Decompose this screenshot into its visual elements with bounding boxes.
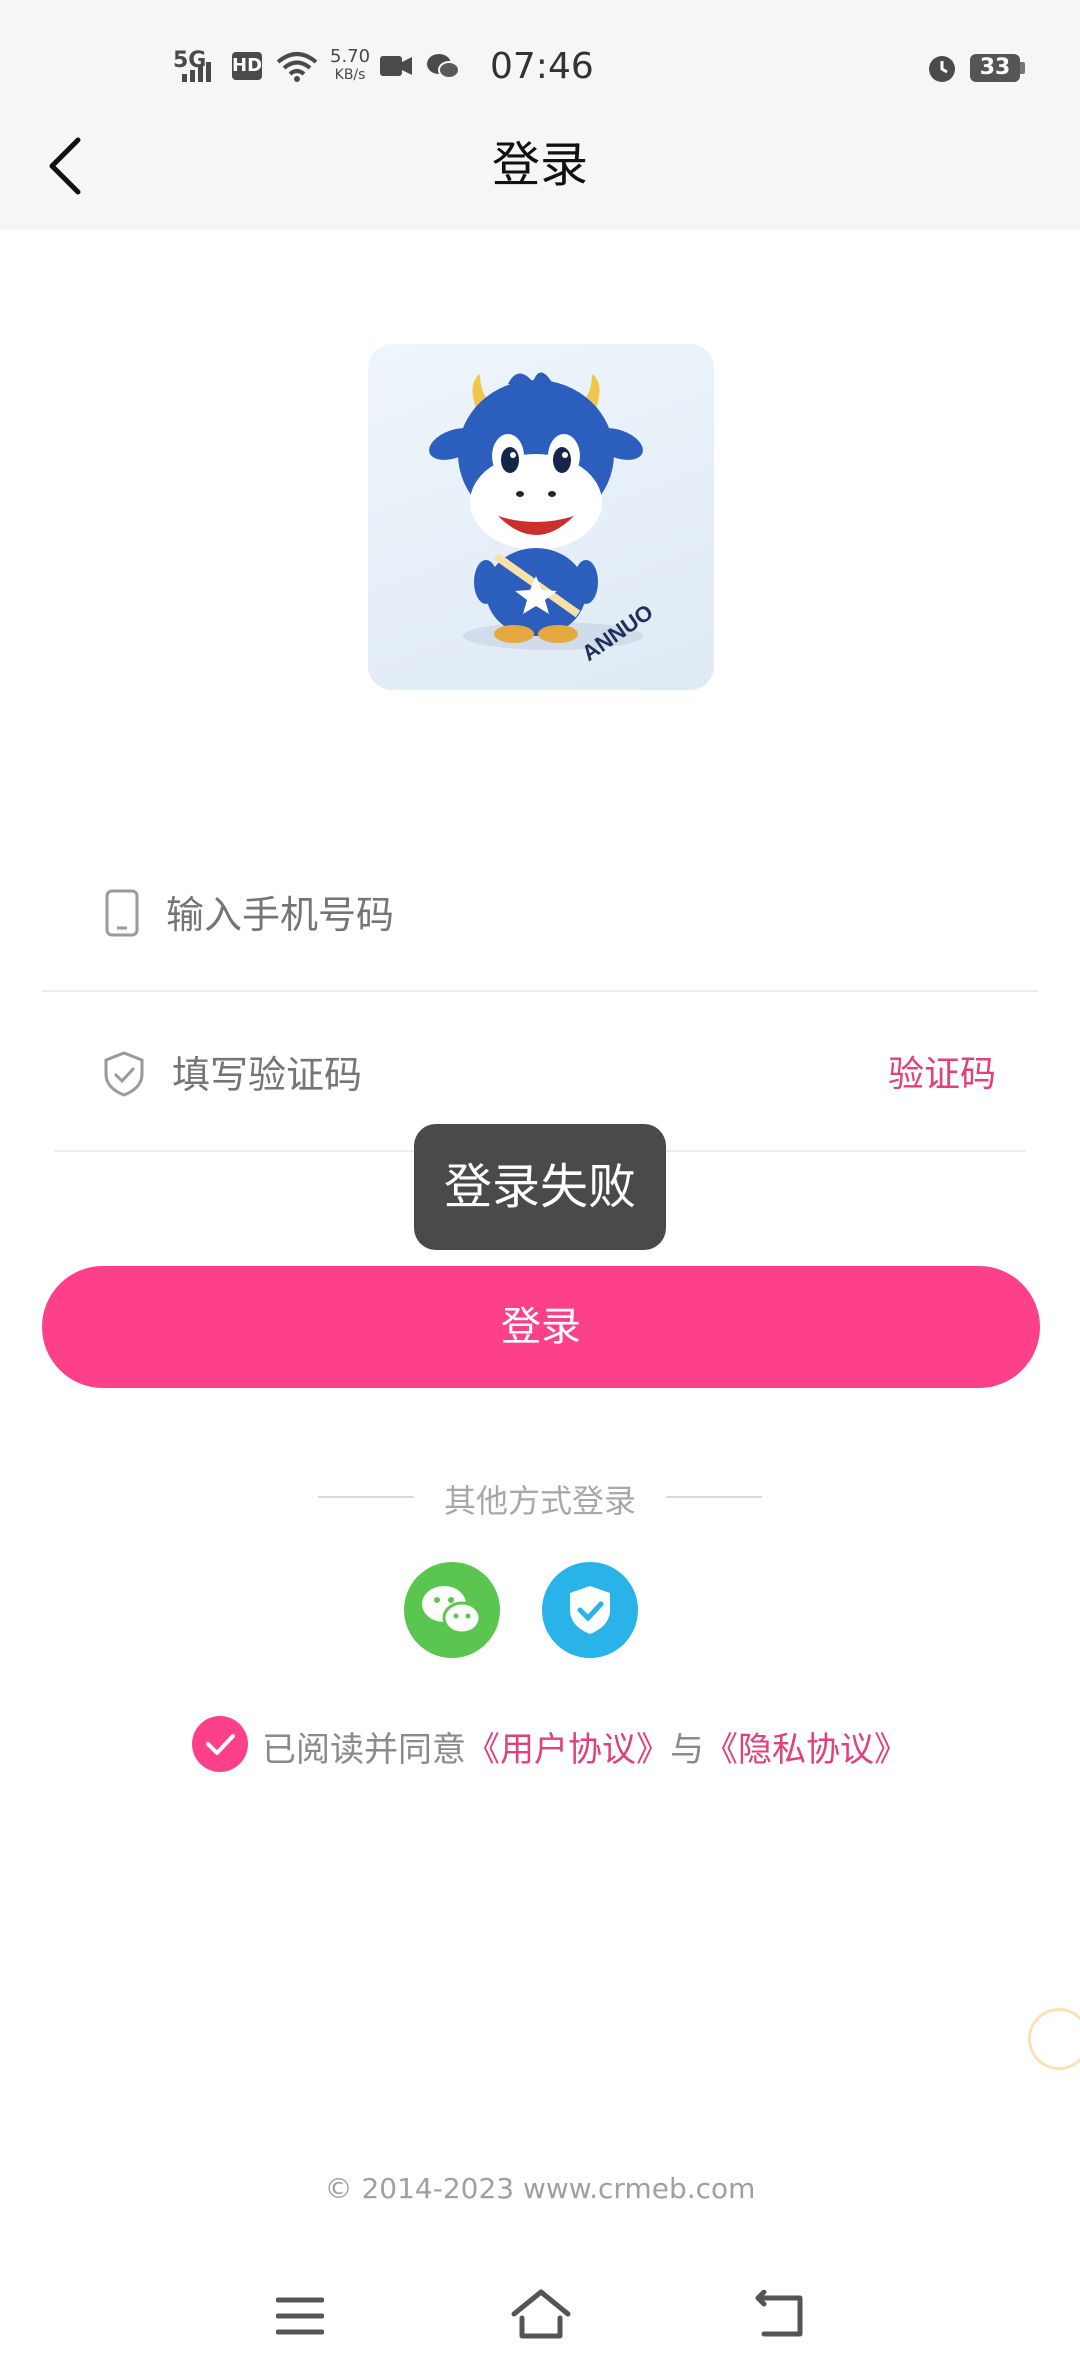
copyright-footer: © 2014-2023 www.crmeb.com [324, 2172, 756, 2205]
speed-unit: KB/s [334, 67, 366, 83]
check-icon [206, 1734, 235, 1755]
status-bar: 5G HD 5.70 KB/s 07:46 33 [0, 0, 1080, 130]
agreement-prefix: 已阅读并同意 [262, 1730, 466, 1770]
wifi-icon [276, 52, 318, 82]
system-navigation-bar [0, 2260, 1080, 2376]
video-icon [380, 56, 412, 76]
cow-mascot-image: ANNUO [429, 372, 658, 666]
app-logo: ANNUO [368, 344, 714, 690]
back-nav-icon[interactable] [754, 2290, 806, 2338]
error-toast: 登录失败 [414, 1124, 666, 1250]
home-icon[interactable] [510, 2288, 572, 2340]
wechat-icon [422, 1586, 482, 1635]
wechat-status-icon [427, 54, 460, 79]
phone-field-row [42, 840, 1038, 992]
get-code-button[interactable]: 验证码 [888, 1000, 996, 1150]
shield-login-button[interactable] [542, 1562, 638, 1658]
agreement-checkbox[interactable] [192, 1716, 248, 1772]
speed-value: 5.70 [330, 46, 371, 67]
login-button[interactable]: 登录 [42, 1266, 1040, 1388]
agreement-conjunction: 与 [670, 1730, 704, 1770]
clock: 07:46 [490, 46, 594, 87]
floating-assistant-button[interactable] [1028, 2008, 1080, 2070]
hd-badge: HD [232, 52, 262, 80]
shield-check-icon [104, 1051, 144, 1097]
page-title: 登录 [491, 137, 588, 193]
signal-icon [182, 62, 211, 82]
battery-level: 33 [970, 54, 1020, 82]
phone-icon [105, 889, 139, 937]
other-login-label: 其他方式登录 [443, 1482, 636, 1520]
wechat-login-button[interactable] [404, 1562, 500, 1658]
shield-verify-icon [570, 1586, 610, 1634]
battery-tip [1020, 62, 1025, 74]
privacy-policy-link[interactable]: 《隐私协议》 [704, 1730, 908, 1770]
menu-icon[interactable] [276, 2296, 324, 2336]
alarm-icon [929, 56, 955, 82]
network-speed: 5.70 KB/s [330, 48, 370, 84]
phone-input[interactable] [166, 840, 766, 990]
agreement-text: 已阅读并同意《用户协议》与《隐私协议》 [262, 1722, 908, 1771]
user-agreement-link[interactable]: 《用户协议》 [466, 1730, 670, 1770]
